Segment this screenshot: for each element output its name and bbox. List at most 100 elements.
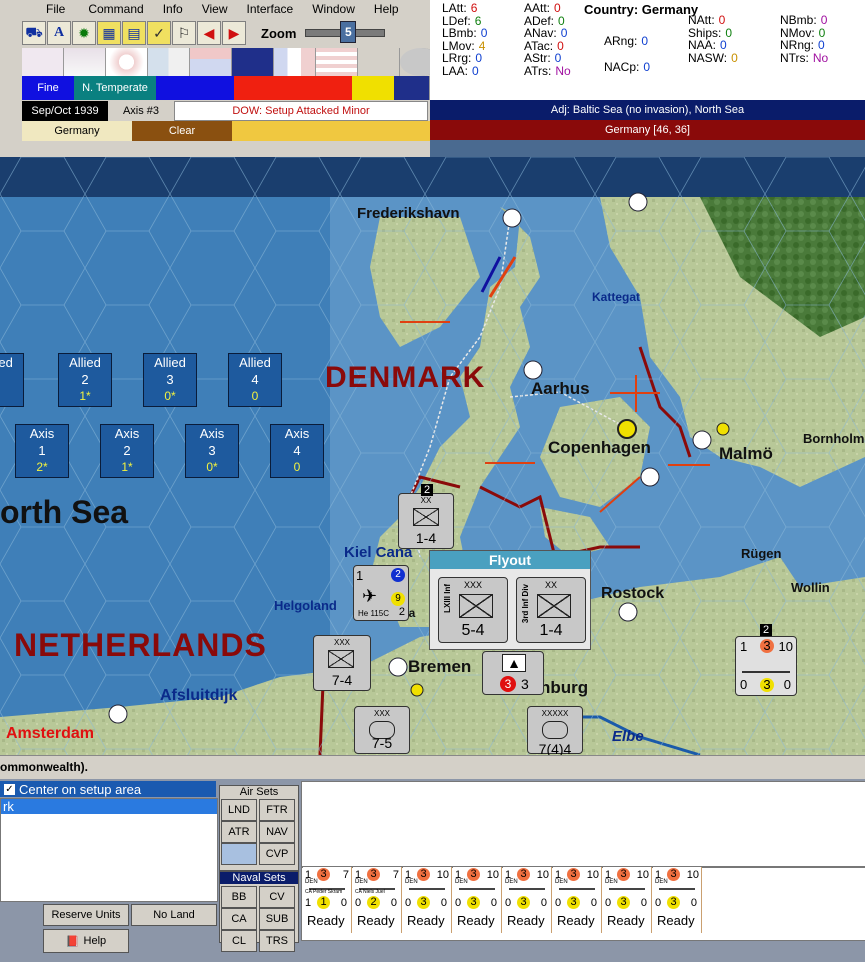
union-jack-icon[interactable] bbox=[394, 76, 430, 100]
unit-x-inf[interactable]: XXX 7-4 bbox=[313, 635, 371, 691]
menu-window[interactable]: Window bbox=[302, 2, 364, 16]
map-label-afsluitdijk: Afsluitdijk bbox=[160, 687, 238, 704]
turn-side: Axis #3 bbox=[108, 101, 174, 121]
status-text: ommonwealth). bbox=[0, 760, 89, 774]
status-bar: ommonwealth). bbox=[0, 755, 865, 780]
naval-stats: NAtt: 0 Ships: 0 NAA: 0 NASW: 0 bbox=[688, 14, 738, 64]
arrow-left-icon[interactable]: ◀ bbox=[197, 21, 221, 45]
flyout-unit-lxiii[interactable]: LXIII Inf XXX 5-4 bbox=[438, 577, 508, 643]
infantry-icon bbox=[328, 650, 354, 668]
zoom-knob[interactable]: 5 bbox=[340, 21, 357, 43]
air-set-empty[interactable] bbox=[221, 843, 257, 865]
info-area bbox=[301, 781, 865, 867]
menu-info[interactable]: Info bbox=[153, 2, 192, 16]
ship-card[interactable]: 1 3 7 DEN CA Niels Juel 0 2 0 Ready bbox=[353, 867, 402, 933]
menu-help[interactable]: Help bbox=[364, 2, 408, 16]
map-label-elbe: Elbe bbox=[612, 728, 644, 745]
naval-set-trs[interactable]: TRS bbox=[259, 930, 295, 952]
air-set-nav[interactable]: NAV bbox=[259, 821, 295, 843]
ship-card[interactable]: 1 3 10 DEN 0 3 0 Ready bbox=[403, 867, 452, 933]
country-title: Country: Germany bbox=[584, 2, 699, 17]
center-checkbox-row[interactable]: ✓ Center on setup area bbox=[0, 781, 216, 797]
reserve-units-button[interactable]: Reserve Units bbox=[43, 904, 129, 926]
flag-icon[interactable] bbox=[106, 48, 148, 76]
naval-set-sub[interactable]: SUB bbox=[259, 908, 295, 930]
pin-icon[interactable]: ✓ bbox=[147, 21, 171, 45]
tool-row: ⛟ A ✹ ▦ ▤ ✓ ⚐ ◀ ▶ Zoom 5 bbox=[22, 20, 430, 46]
list-item[interactable]: rk bbox=[1, 799, 217, 814]
air-set-lnd[interactable]: LND bbox=[221, 799, 257, 821]
axis-reserve-2[interactable]: Axis 2 1* bbox=[100, 424, 154, 478]
infantry-icon bbox=[537, 594, 571, 618]
flag-icon[interactable] bbox=[190, 48, 232, 76]
menu-view[interactable]: View bbox=[192, 2, 237, 16]
unit-xlviii-arm[interactable]: XXX 7-5 bbox=[354, 706, 410, 754]
ship-card[interactable]: 1 3 10 DEN 0 3 0 Ready bbox=[553, 867, 602, 933]
flag-icon[interactable] bbox=[316, 48, 358, 76]
help-button[interactable]: 📕 Help bbox=[43, 929, 129, 953]
zoom-slider[interactable]: 5 bbox=[305, 21, 386, 43]
font-icon[interactable]: A bbox=[47, 21, 71, 45]
unit-hq[interactable]: XXXXX 7(4)4 bbox=[527, 706, 583, 755]
ship-card[interactable]: 1 3 10 DEN 0 3 0 Ready bbox=[653, 867, 702, 933]
naval-set-cl[interactable]: CL bbox=[221, 930, 257, 952]
unit-3rd-inf-div[interactable]: 2 XX 1-4 bbox=[398, 484, 454, 549]
country-list[interactable]: rk bbox=[0, 798, 218, 902]
flag-icon[interactable] bbox=[64, 48, 106, 76]
turn-row: Sep/Oct 1939 Axis #3 DOW: Setup Attacked… bbox=[22, 101, 430, 121]
axis-reserve-4[interactable]: Axis 4 0 bbox=[270, 424, 324, 478]
axis-reserve-3[interactable]: Axis 3 0* bbox=[185, 424, 239, 478]
flag-icon[interactable]: ⚐ bbox=[172, 21, 196, 45]
ship-card[interactable]: 1 3 10 DEN 0 3 0 Ready bbox=[503, 867, 552, 933]
allied-reserve-4[interactable]: Allied 4 0 bbox=[228, 353, 282, 407]
truck-icon[interactable]: ⛟ bbox=[22, 21, 46, 45]
unit-he115c[interactable]: 1 2 ✈ 9 He 115C 2 bbox=[353, 565, 409, 621]
air-set-cvp[interactable]: CVP bbox=[259, 843, 295, 865]
range-stats: ARng: 0 NACp: 0 bbox=[604, 28, 650, 80]
map-label-amsterdam: Amsterdam bbox=[6, 725, 95, 742]
stat-row: LAA: 0 bbox=[442, 63, 479, 78]
game-map[interactable]: Frederikshavn Kattegat DENMARK Aarhus Co… bbox=[0, 157, 865, 755]
allied-reserve-2[interactable]: Allied 2 1* bbox=[58, 353, 112, 407]
flag-icon[interactable] bbox=[358, 48, 400, 76]
layers-icon[interactable]: ▤ bbox=[122, 21, 146, 45]
air-set-ftr[interactable]: FTR bbox=[259, 799, 295, 821]
unit-ship-stack[interactable]: 2 1 3 10 0 3 0 bbox=[735, 624, 797, 696]
color-swatch bbox=[156, 76, 234, 100]
naval-set-ca[interactable]: CA bbox=[221, 908, 257, 930]
naval-set-bb[interactable]: BB bbox=[221, 886, 257, 908]
grid-icon[interactable]: ▦ bbox=[97, 21, 121, 45]
naval-set-cv[interactable]: CV bbox=[259, 886, 295, 908]
flag-icon[interactable] bbox=[22, 48, 64, 76]
checkbox-checked-icon[interactable]: ✓ bbox=[4, 783, 15, 795]
arrow-right-icon[interactable]: ▶ bbox=[222, 21, 246, 45]
allied-reserve-1[interactable]: Allied1* bbox=[0, 353, 24, 407]
ship-icon bbox=[509, 884, 545, 890]
map-label-denmark: DENMARK bbox=[325, 361, 486, 394]
axis-reserve-1[interactable]: Axis 1 2* bbox=[15, 424, 69, 478]
ship-card[interactable]: 1 3 10 DEN 0 3 0 Ready bbox=[603, 867, 652, 933]
menu-command[interactable]: Command bbox=[74, 2, 152, 16]
adjacent-text: Adj: Baltic Sea (no invasion), North Sea bbox=[550, 104, 745, 116]
air-set-atr[interactable]: ATR bbox=[221, 821, 257, 843]
map-label-rugen: Rügen bbox=[741, 546, 782, 561]
no-land-button[interactable]: No Land bbox=[131, 904, 217, 926]
menu-file[interactable]: File bbox=[22, 2, 74, 16]
ship-card[interactable]: 1 3 7 DEN CA Peder Skram 1 1 0 Ready bbox=[303, 867, 352, 933]
ship-card[interactable]: 1 3 10 DEN 0 3 0 Ready bbox=[453, 867, 502, 933]
flyout-unit-3rd-inf[interactable]: 3rd Inf Div XX 1-4 bbox=[516, 577, 586, 643]
unit-naval[interactable]: ▲ 3 3 bbox=[482, 651, 544, 695]
infantry-icon bbox=[413, 508, 439, 526]
land-stats: LAtt: 6 LDef: 6 LBmb: 0 LMov: 4 LRrg: 0 LAA: 0 bbox=[442, 2, 487, 77]
stat-row: ARng: 0 bbox=[604, 34, 649, 48]
union-jack-icon[interactable] bbox=[232, 48, 274, 76]
flag-icon[interactable] bbox=[148, 48, 190, 76]
flyout-title: Flyout bbox=[430, 551, 590, 569]
allied-reserve-3[interactable]: Allied 3 0* bbox=[143, 353, 197, 407]
map-label-kattegat: Kattegat bbox=[592, 290, 641, 304]
ship-icon bbox=[559, 884, 595, 890]
menu-interface[interactable]: Interface bbox=[237, 2, 303, 16]
gear-icon[interactable]: ✹ bbox=[72, 21, 96, 45]
flag-icon[interactable] bbox=[274, 48, 316, 76]
hex-text: Germany [46, 36] bbox=[605, 124, 690, 136]
